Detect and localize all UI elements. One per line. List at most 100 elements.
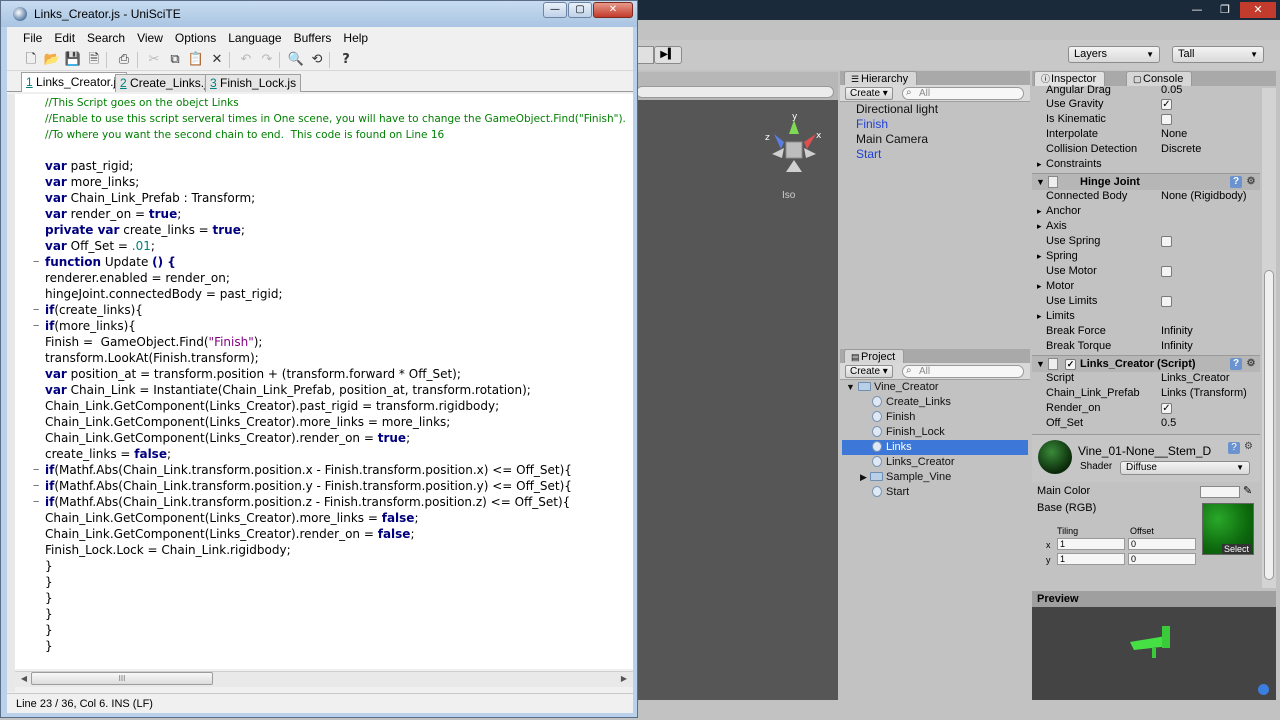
hierarchy-item[interactable]: Main Camera (856, 132, 928, 146)
save-as-icon[interactable]: 🗎 (85, 51, 103, 69)
redo-icon[interactable]: ↷ (258, 51, 276, 69)
scite-titlebar[interactable]: Links_Creator.js - UniSciTE — ▢ ✕ (1, 1, 637, 27)
save-icon[interactable]: 💾 (64, 51, 82, 69)
scene-gizmo[interactable]: y x z (764, 112, 824, 192)
inspector-foldout-spring[interactable]: Spring (1036, 249, 1260, 264)
project-create-dropdown[interactable]: Create ▾ (845, 365, 893, 378)
inspector-field-use-spring[interactable]: Use Spring (1036, 234, 1260, 249)
menu-options[interactable]: Options (169, 29, 222, 48)
close-icon[interactable]: ✕ (1240, 2, 1276, 18)
inspector-field-angular-drag[interactable]: Angular Drag 0.05 (1036, 83, 1260, 98)
fold-marker-icon[interactable]: − (33, 494, 43, 510)
inspector-field-use-gravity[interactable]: Use Gravity ✓ (1036, 97, 1260, 112)
collapse-arrow-icon[interactable]: ▼ (1036, 356, 1045, 372)
tiling-y-input[interactable]: 1 (1057, 553, 1125, 565)
field-value[interactable]: Infinity (1161, 339, 1255, 354)
gizmo-right-cone[interactable] (804, 148, 816, 158)
menu-buffers[interactable]: Buffers (288, 29, 338, 48)
horizontal-scrollbar-thumb[interactable]: III (31, 672, 213, 685)
gizmo-z-cone[interactable] (774, 134, 784, 149)
expand-arrow-icon[interactable]: ▼ (846, 382, 855, 392)
minimize-icon[interactable]: — (1184, 2, 1210, 18)
menu-language[interactable]: Language (222, 29, 287, 48)
scite-app-icon[interactable] (13, 7, 27, 21)
open-folder-icon[interactable]: 📂 (43, 51, 61, 69)
project-item[interactable]: Finish (870, 410, 1028, 425)
layers-dropdown[interactable]: Layers ▼ (1068, 46, 1160, 63)
project-item[interactable]: Finish_Lock (870, 425, 1028, 440)
gizmo-x-cone[interactable] (804, 134, 816, 149)
menu-view[interactable]: View (131, 29, 169, 48)
collapse-arrow-icon[interactable]: ▼ (1036, 174, 1045, 190)
project-item[interactable]: Links_Creator (870, 455, 1028, 470)
pause-button[interactable] (636, 46, 654, 64)
menu-help[interactable]: Help (337, 29, 374, 48)
scene-search-input[interactable] (636, 86, 834, 98)
project-search-input[interactable]: All (902, 365, 1024, 378)
cut-icon[interactable]: ✂ (145, 51, 163, 69)
eyedropper-icon[interactable]: ✎ (1243, 484, 1252, 497)
tab-finish-lock[interactable]: 3 Finish_Lock.js (205, 74, 302, 92)
project-item-selected[interactable]: Links (842, 440, 1028, 455)
hierarchy-create-dropdown[interactable]: Create ▾ (845, 87, 893, 100)
inspector-foldout-anchor[interactable]: Anchor (1036, 204, 1260, 219)
checkbox[interactable] (1161, 114, 1172, 125)
project-item[interactable]: Start (870, 485, 1028, 500)
fold-marker-icon[interactable]: − (33, 462, 43, 478)
field-value[interactable]: Infinity (1161, 324, 1255, 339)
field-value[interactable]: Links (Transform) (1161, 386, 1255, 401)
help-book-icon[interactable]: ? (1230, 358, 1242, 370)
print-icon[interactable]: ⎙ (115, 51, 133, 69)
scroll-right-icon[interactable]: ▶ (617, 672, 631, 686)
inspector-foldout-motor[interactable]: Motor (1036, 279, 1260, 294)
help-book-icon[interactable]: ? (1230, 176, 1242, 188)
find-icon[interactable]: 🔍 (287, 51, 305, 69)
inspector-field-break-torque[interactable]: Break Torque Infinity (1036, 339, 1260, 354)
inspector-field-collision-detection[interactable]: Collision Detection Discrete (1036, 142, 1260, 157)
field-value[interactable]: Links_Creator (1161, 371, 1255, 386)
fold-marker-icon[interactable]: − (33, 318, 43, 334)
inspector-field-chain-link-prefab[interactable]: Chain_Link_Prefab Links (Transform) (1036, 386, 1260, 401)
hierarchy-item[interactable]: Finish (856, 117, 888, 131)
tiling-x-input[interactable]: 1 (1057, 538, 1125, 550)
inspector-field-break-force[interactable]: Break Force Infinity (1036, 324, 1260, 339)
maximize-icon[interactable]: ▢ (568, 2, 592, 18)
tab-links-creator[interactable]: 1 Links_Creator.js (21, 72, 128, 92)
offset-x-input[interactable]: 0 (1128, 538, 1196, 550)
paste-icon[interactable]: 📋 (187, 51, 205, 69)
hierarchy-search-input[interactable]: All (902, 87, 1024, 100)
checkbox[interactable]: ✓ (1161, 99, 1172, 110)
gizmo-bottom-cone[interactable] (786, 160, 802, 172)
project-folder-vine-creator[interactable]: ▼ Vine_Creator (844, 380, 1028, 395)
undo-icon[interactable]: ↶ (237, 51, 255, 69)
color-swatch[interactable] (1200, 486, 1240, 498)
menu-search[interactable]: Search (81, 29, 131, 48)
field-value[interactable]: None (1161, 127, 1255, 142)
inspector-field-connected-body[interactable]: Connected Body None (Rigidbody) (1036, 189, 1260, 204)
inspector-foldout-axis[interactable]: Axis (1036, 219, 1260, 234)
inspector-foldout-constraints[interactable]: Constraints (1036, 157, 1260, 172)
close-icon[interactable]: ✕ (593, 2, 633, 18)
gear-icon[interactable]: ⚙ (1245, 176, 1257, 188)
preview-header[interactable]: Preview (1032, 591, 1276, 607)
hinge-joint-header[interactable]: ▼ Hinge Joint ? ⚙ (1032, 173, 1260, 190)
tab-hierarchy[interactable]: ☰ Hierarchy (844, 71, 918, 86)
script-component-header[interactable]: ▼ ✓ Links_Creator (Script) ? ⚙ (1032, 355, 1260, 372)
new-file-icon[interactable]: 🗋 (22, 51, 40, 69)
checkbox[interactable]: ✓ (1161, 403, 1172, 414)
copy-icon[interactable]: ⧉ (166, 51, 184, 69)
menu-file[interactable]: File (17, 29, 48, 48)
minimize-icon[interactable]: — (543, 2, 567, 18)
expand-arrow-icon[interactable]: ▶ (860, 472, 867, 482)
inspector-field-interpolate[interactable]: Interpolate None (1036, 127, 1260, 142)
gizmo-center-cube[interactable] (785, 141, 803, 159)
field-value[interactable]: Discrete (1161, 142, 1255, 157)
gear-icon[interactable]: ⚙ (1244, 441, 1253, 452)
menu-edit[interactable]: Edit (48, 29, 81, 48)
field-value[interactable]: None (Rigidbody) (1161, 189, 1255, 204)
inspector-field-script[interactable]: Script Links_Creator (1036, 371, 1260, 386)
inspector-field-is-kinematic[interactable]: Is Kinematic (1036, 112, 1260, 127)
checkbox[interactable] (1161, 266, 1172, 277)
help-book-icon[interactable]: ? (1228, 442, 1240, 454)
maximize-icon[interactable]: ❐ (1212, 2, 1238, 18)
